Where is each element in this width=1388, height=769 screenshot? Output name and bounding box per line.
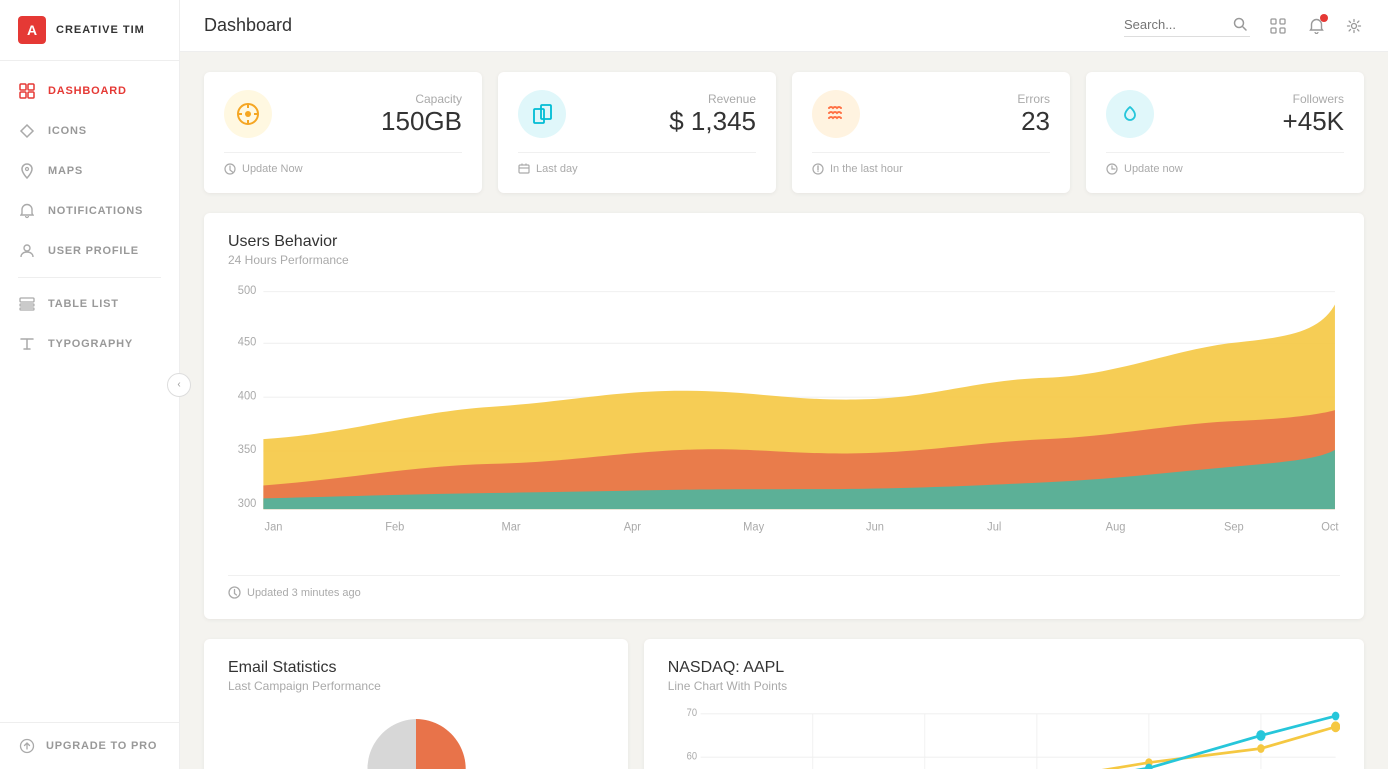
- header-right: [1124, 14, 1364, 37]
- revenue-label: Revenue: [669, 92, 756, 106]
- svg-text:Jun: Jun: [866, 521, 884, 533]
- sidebar-item-maps[interactable]: MAPS: [0, 151, 179, 191]
- users-behavior-footer: Updated 3 minutes ago: [228, 575, 1340, 599]
- sidebar-item-user-profile[interactable]: USER PROFILE: [0, 231, 179, 271]
- nasdaq-subtitle: Line Chart With Points: [668, 679, 1340, 693]
- search-icon[interactable]: [1230, 14, 1250, 34]
- revenue-value: $ 1,345: [669, 106, 756, 137]
- errors-icon: [812, 90, 860, 138]
- svg-text:300: 300: [238, 498, 257, 510]
- logo-icon: A: [18, 16, 46, 44]
- grid-icon[interactable]: [1268, 16, 1288, 36]
- svg-text:350: 350: [238, 444, 257, 456]
- email-pie-chart: [228, 709, 604, 769]
- capacity-label: Capacity: [381, 92, 462, 106]
- revenue-icon: [518, 90, 566, 138]
- dashboard-icon: [18, 82, 36, 100]
- upgrade-icon: [18, 737, 36, 755]
- email-statistics-card: Email Statistics Last Campaign Performan…: [204, 639, 628, 769]
- search-box[interactable]: [1124, 14, 1250, 37]
- sidebar-item-table-list[interactable]: TABLE LIST: [0, 284, 179, 324]
- content-area: Capacity 150GB Update Now: [180, 52, 1388, 769]
- sidebar-divider: [18, 277, 161, 278]
- type-icon: [18, 335, 36, 353]
- email-statistics-title: Email Statistics: [228, 659, 604, 677]
- stat-card-followers: Followers +45K Update now: [1086, 72, 1364, 193]
- sidebar-collapse-button[interactable]: ‹: [167, 373, 191, 397]
- svg-text:60: 60: [686, 751, 697, 763]
- svg-text:Apr: Apr: [624, 521, 641, 533]
- followers-icon: [1106, 90, 1154, 138]
- errors-value: 23: [1017, 106, 1050, 137]
- table-icon: [18, 295, 36, 313]
- notification-badge: [1320, 14, 1328, 22]
- logo-text: CREATIVE TIM: [56, 24, 145, 36]
- stat-card-capacity: Capacity 150GB Update Now: [204, 72, 482, 193]
- svg-text:450: 450: [238, 336, 257, 348]
- sidebar-item-icons[interactable]: ICONS: [0, 111, 179, 151]
- svg-text:400: 400: [238, 390, 257, 402]
- sidebar-upgrade[interactable]: UPGRADE TO PRO: [0, 722, 179, 769]
- capacity-footer: Update Now: [224, 152, 462, 175]
- svg-text:Jan: Jan: [265, 521, 283, 533]
- stat-card-errors: Errors 23 In the last hour: [792, 72, 1070, 193]
- sidebar-item-dashboard[interactable]: DASHBOARD: [0, 71, 179, 111]
- errors-label: Errors: [1017, 92, 1050, 106]
- users-behavior-card: Users Behavior 24 Hours Performance 500 …: [204, 213, 1364, 619]
- sidebar-item-typography[interactable]: TYPOGRAPHY: [0, 324, 179, 364]
- page-title: Dashboard: [204, 15, 1124, 36]
- nasdaq-card: NASDAQ: AAPL Line Chart With Points 70 6…: [644, 639, 1364, 769]
- svg-text:70: 70: [686, 707, 697, 719]
- svg-text:Sep: Sep: [1224, 521, 1244, 533]
- area-chart-svg: 500 450 400 350 300: [228, 283, 1340, 563]
- stats-row: Capacity 150GB Update Now: [204, 72, 1364, 193]
- svg-text:500: 500: [238, 284, 257, 296]
- users-behavior-title: Users Behavior: [228, 233, 1340, 251]
- diamond-icon: [18, 122, 36, 140]
- bottom-row: Email Statistics Last Campaign Performan…: [204, 639, 1364, 769]
- sidebar-nav: DASHBOARD ICONS MAPS: [0, 61, 179, 722]
- notification-bell-icon[interactable]: [1306, 16, 1326, 36]
- svg-text:Jul: Jul: [987, 521, 1001, 533]
- followers-value: +45K: [1283, 106, 1344, 137]
- nasdaq-chart: 70 60 50: [668, 703, 1340, 769]
- users-behavior-subtitle: 24 Hours Performance: [228, 253, 1340, 267]
- errors-footer: In the last hour: [812, 152, 1050, 175]
- search-input[interactable]: [1124, 17, 1224, 32]
- email-statistics-subtitle: Last Campaign Performance: [228, 679, 604, 693]
- nasdaq-title: NASDAQ: AAPL: [668, 659, 1340, 677]
- svg-text:Oct: Oct: [1321, 521, 1339, 533]
- sidebar-logo: A CREATIVE TIM: [0, 0, 179, 61]
- capacity-icon: [224, 90, 272, 138]
- capacity-value: 150GB: [381, 106, 462, 137]
- svg-text:Aug: Aug: [1106, 521, 1126, 533]
- svg-text:Feb: Feb: [385, 521, 404, 533]
- svg-text:May: May: [743, 521, 764, 533]
- person-icon: [18, 242, 36, 260]
- bell-icon: [18, 202, 36, 220]
- followers-label: Followers: [1283, 92, 1344, 106]
- settings-gear-icon[interactable]: [1344, 16, 1364, 36]
- sidebar-item-notifications[interactable]: NOTIFICATIONS: [0, 191, 179, 231]
- svg-text:Mar: Mar: [501, 521, 520, 533]
- stat-card-revenue: Revenue $ 1,345 Last day: [498, 72, 776, 193]
- sidebar: A CREATIVE TIM DASHBOARD IC: [0, 0, 180, 769]
- revenue-footer: Last day: [518, 152, 756, 175]
- main-content: Dashboard: [180, 0, 1388, 769]
- followers-footer: Update now: [1106, 152, 1344, 175]
- header: Dashboard: [180, 0, 1388, 52]
- users-behavior-chart: 500 450 400 350 300: [228, 283, 1340, 563]
- pin-icon: [18, 162, 36, 180]
